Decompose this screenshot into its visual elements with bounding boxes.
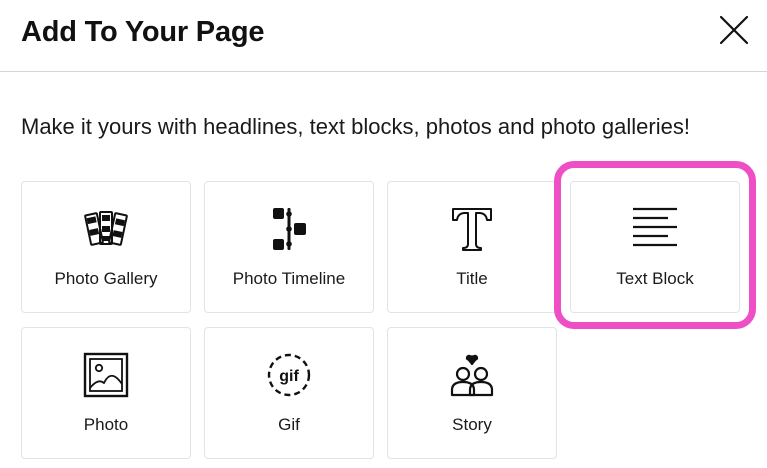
close-icon	[719, 15, 749, 45]
gif-icon: gif	[267, 353, 311, 397]
text-block-icon	[633, 207, 677, 247]
option-label: Gif	[278, 415, 300, 434]
option-label: Text Block	[616, 269, 694, 288]
gif-icon-text: gif	[279, 368, 299, 385]
dialog-header: Add To Your Page	[0, 0, 767, 72]
option-title[interactable]: Title	[387, 181, 557, 313]
intro-text: Make it yours with headlines, text block…	[21, 114, 690, 139]
title-icon	[452, 208, 492, 251]
option-label: Photo Gallery	[54, 269, 158, 288]
option-label: Photo	[83, 415, 129, 434]
option-photo[interactable]: Photo	[21, 327, 191, 459]
option-label: Photo Timeline	[232, 269, 346, 288]
option-story[interactable]: Story	[387, 327, 557, 459]
option-label: Title	[456, 269, 488, 288]
story-icon	[450, 354, 494, 397]
photo-gallery-icon	[84, 211, 128, 246]
option-label: Story	[452, 415, 492, 434]
option-photo-gallery[interactable]: Photo Gallery	[21, 181, 191, 313]
dialog-title: Add To Your Page	[21, 16, 265, 48]
option-text-block[interactable]: Text Block	[570, 181, 740, 313]
photo-timeline-icon	[273, 208, 306, 250]
option-gif[interactable]: gif Gif	[204, 327, 374, 459]
option-photo-timeline[interactable]: Photo Timeline	[204, 181, 374, 313]
photo-icon	[83, 352, 129, 398]
close-button[interactable]	[713, 9, 755, 51]
